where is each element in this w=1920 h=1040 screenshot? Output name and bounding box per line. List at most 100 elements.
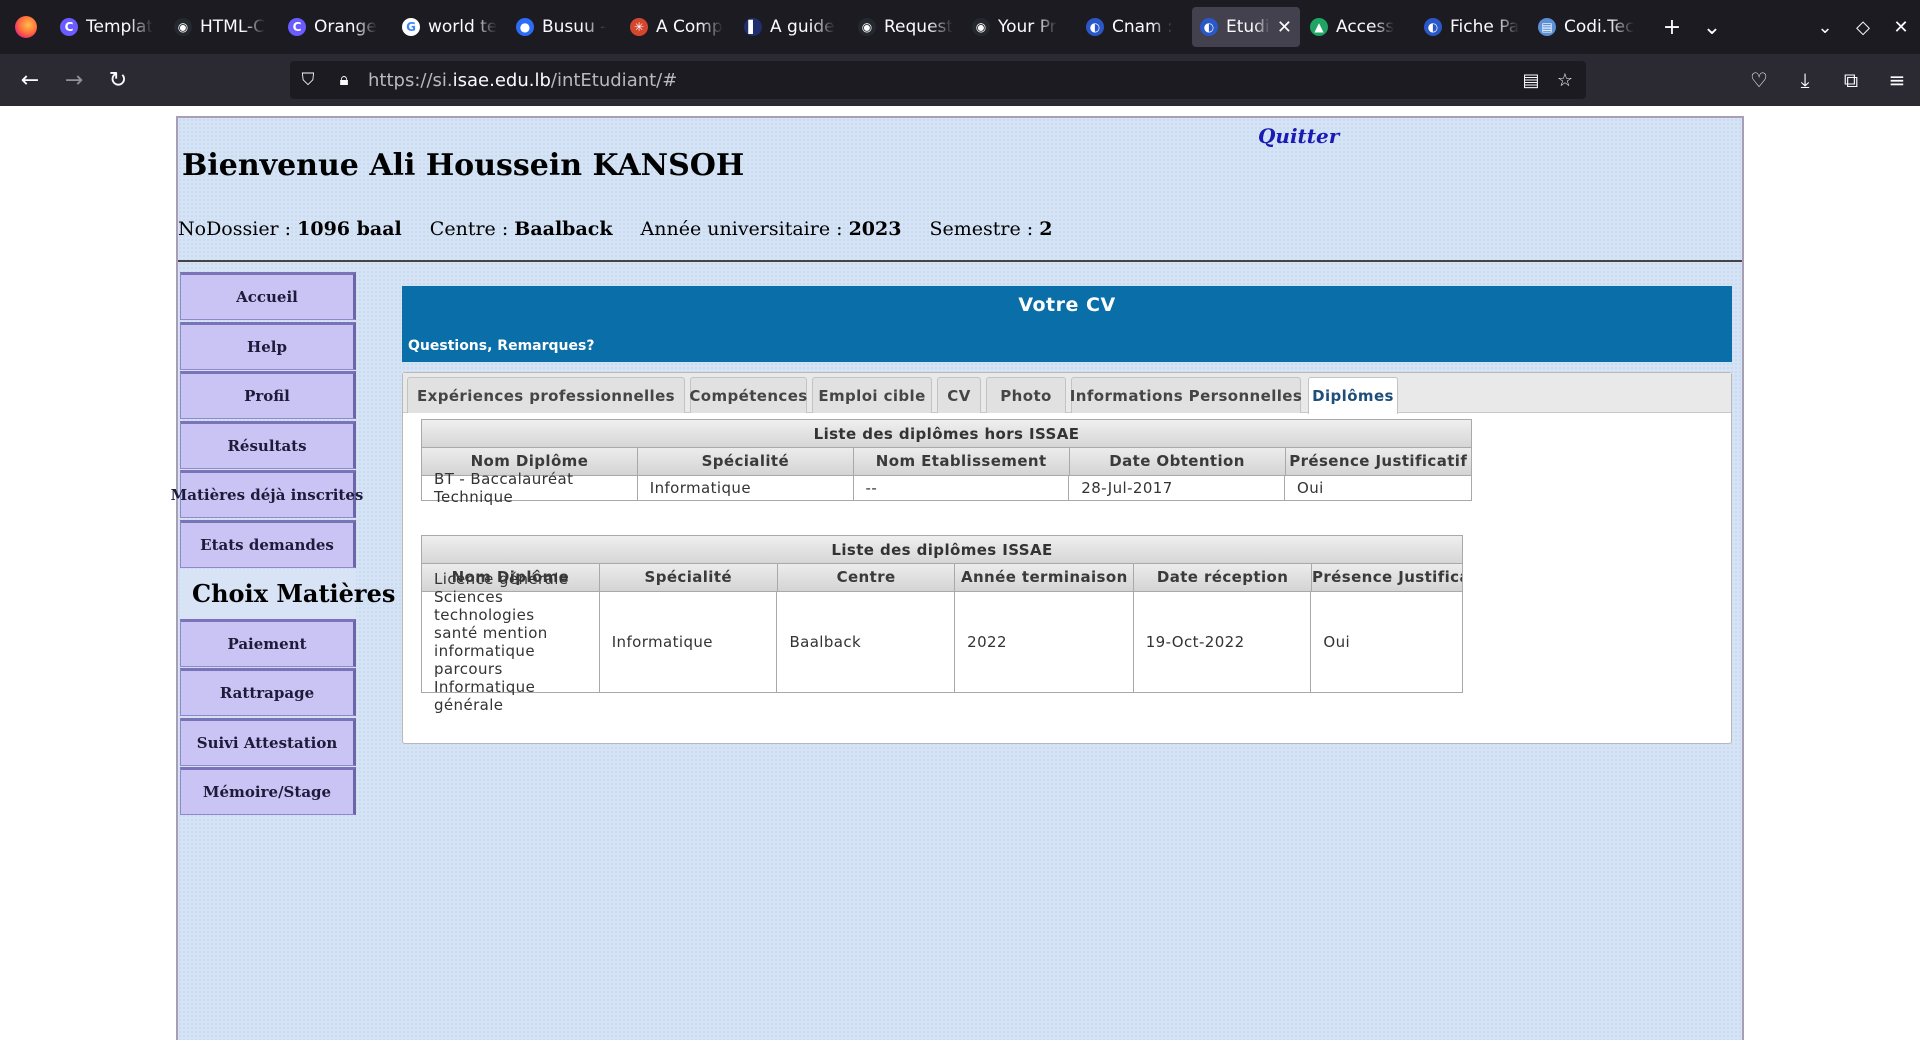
- firefox-menu-icon[interactable]: [0, 0, 52, 54]
- column-header[interactable]: Présence Justificatif: [1311, 564, 1462, 592]
- cv-tab[interactable]: Photo: [986, 377, 1066, 413]
- extensions-icon[interactable]: ⧉: [1828, 60, 1874, 100]
- hamburger-menu-icon[interactable]: ≡: [1874, 60, 1920, 100]
- forward-arrow-icon[interactable]: →: [52, 60, 96, 100]
- cv-tab[interactable]: Compétences: [689, 377, 807, 413]
- table-cell: Informatique: [637, 476, 854, 500]
- cv-tab[interactable]: Diplômes: [1308, 377, 1398, 414]
- browser-tab[interactable]: ✳ A Comp: [622, 7, 734, 47]
- column-header[interactable]: Date réception: [1134, 564, 1312, 592]
- tab-title: Cnam :: [1112, 17, 1173, 37]
- url-text[interactable]: https://si.isae.edu.lb/intEtudiant/#: [368, 70, 677, 91]
- browser-tab[interactable]: C Templat: [52, 7, 164, 47]
- tab-list-chevron-icon[interactable]: ⌄: [1692, 15, 1732, 40]
- tab-favicon-icon: C: [288, 18, 306, 36]
- tab-favicon-icon: G: [402, 18, 420, 36]
- sidebar-item[interactable]: Mémoire/Stage: [180, 767, 356, 815]
- reader-view-icon[interactable]: ▤: [1514, 70, 1548, 91]
- column-header[interactable]: Spécialité: [599, 564, 778, 592]
- url-actions: ▤ ☆: [1514, 61, 1582, 99]
- browser-tab[interactable]: ◐ Cnam :: [1078, 7, 1190, 47]
- table-caption: Liste des diplômes ISSAE: [422, 536, 1462, 564]
- browser-tab[interactable]: ◉ Request: [850, 7, 962, 47]
- column-header[interactable]: Date Obtention: [1069, 448, 1286, 476]
- tab-tools: + ⌄: [1652, 15, 1732, 40]
- tab-title: world te: [428, 17, 498, 37]
- sidebar-item[interactable]: Accueil: [180, 272, 356, 320]
- browser-tab[interactable]: ▲ Access: [1302, 7, 1414, 47]
- column-header[interactable]: Spécialité: [637, 448, 854, 476]
- tab-favicon-icon: ●: [516, 18, 534, 36]
- browser-tab[interactable]: C Orange: [280, 7, 392, 47]
- tab-title: Templat: [86, 17, 154, 37]
- tab-title: Orange: [314, 17, 377, 37]
- sidebar-item[interactable]: Profil: [180, 371, 356, 419]
- reload-icon[interactable]: ↻: [96, 60, 140, 100]
- tab-title: Access: [1336, 17, 1395, 37]
- table-cell: BT - Baccalauréat Technique: [422, 470, 638, 506]
- sidebar-item[interactable]: Résultats: [180, 420, 356, 469]
- table-row: BT - Baccalauréat Technique Informatique -…: [422, 470, 1471, 506]
- browser-tab[interactable]: ● Busuu -: [508, 7, 620, 47]
- browser-tab[interactable]: ▤ Codi.Tec: [1530, 7, 1642, 47]
- browser-tab[interactable]: Gworld te: [394, 7, 506, 47]
- sidebar-item[interactable]: Suivi Attestation: [180, 717, 356, 766]
- bookmark-star-icon[interactable]: ☆: [1548, 70, 1582, 91]
- table-cell: 28-Jul-2017: [1069, 476, 1285, 500]
- new-tab-plus-icon[interactable]: +: [1652, 15, 1692, 40]
- shield-icon[interactable]: ⛉: [290, 70, 326, 90]
- browser-tab[interactable]: ◉ Your Pr: [964, 7, 1076, 47]
- quit-link[interactable]: Quitter: [1258, 124, 1339, 148]
- tab-title: Busuu -: [542, 17, 607, 37]
- browser-tab[interactable]: ▌ A guide: [736, 7, 848, 47]
- lock-icon[interactable]: 🔒︎: [326, 70, 362, 90]
- tab-favicon-icon: ▤: [1538, 18, 1556, 36]
- close-tab-icon[interactable]: ✕: [1277, 17, 1292, 38]
- cv-tab[interactable]: CV: [937, 377, 981, 413]
- tab-title: Request: [884, 17, 954, 37]
- tab-favicon-icon: ◉: [972, 18, 990, 36]
- table-cell: Licence générale Sciences technologies s…: [422, 570, 600, 714]
- browser-tab[interactable]: ◉ HTML-C: [166, 7, 278, 47]
- cv-tab-strip: Expériences professionnelles Compétences E…: [403, 373, 1731, 414]
- semestre-label: Semestre :: [929, 218, 1040, 240]
- student-portal-frame: Quitter Bienvenue Ali Houssein KANSOH No…: [171, 116, 1744, 1040]
- table-caption: Liste des diplômes hors ISSAE: [422, 420, 1471, 448]
- download-icon[interactable]: ⤓: [1782, 60, 1828, 100]
- sidebar-item[interactable]: Matières déjà inscrites: [171, 470, 363, 518]
- column-header[interactable]: Année terminaison: [955, 564, 1135, 592]
- tab-title: A Comp: [656, 17, 723, 37]
- sidebar-item[interactable]: Paiement: [180, 618, 356, 667]
- column-header[interactable]: Présence Justificatif: [1285, 448, 1471, 476]
- table-row: Licence générale Sciences technologies s…: [422, 570, 1462, 714]
- sidebar-item[interactable]: Help: [180, 321, 356, 370]
- dossier-info: NoDossier : 1096 baal: [178, 218, 402, 240]
- table-cell: Oui: [1285, 476, 1471, 500]
- table-cell: Baalback: [777, 592, 956, 692]
- close-window-icon[interactable]: ✕: [1882, 17, 1920, 38]
- pocket-icon[interactable]: ♡: [1736, 60, 1782, 100]
- column-header[interactable]: Centre: [777, 564, 956, 592]
- table-cell: Oui: [1311, 592, 1462, 692]
- table-cell: 19-Oct-2022: [1133, 592, 1312, 692]
- cv-tab[interactable]: Emploi cible: [812, 377, 932, 413]
- sidebar-item[interactable]: Etats demandes: [180, 519, 356, 568]
- header-divider: [178, 260, 1742, 262]
- sidebar-item[interactable]: Choix Matières: [180, 569, 395, 617]
- cv-tab[interactable]: Expériences professionnelles: [407, 377, 685, 413]
- diplomes-issae-table: Liste des diplômes ISSAE Nom Diplôme Spéc…: [421, 535, 1463, 714]
- column-header[interactable]: Nom Etablissement: [853, 448, 1070, 476]
- cv-tab[interactable]: Informations Personnelles: [1070, 377, 1302, 413]
- restore-diamond-icon[interactable]: ◇: [1844, 17, 1882, 38]
- back-arrow-icon[interactable]: ←: [8, 60, 52, 100]
- sidebar-item[interactable]: Rattrapage: [180, 668, 356, 716]
- tab-favicon-icon: ◐: [1086, 18, 1104, 36]
- tab-title: Etudi: [1226, 17, 1270, 37]
- address-bar[interactable]: ⛉ 🔒︎ https://si.isae.edu.lb/intEtudiant/…: [290, 61, 1586, 99]
- browser-tab[interactable]: ◐ Etudi ✕: [1192, 7, 1300, 47]
- panel-title: Votre CV: [1018, 294, 1116, 316]
- browser-tab[interactable]: ◐ Fiche Pa: [1416, 7, 1528, 47]
- minimize-chevron-icon[interactable]: ⌄: [1806, 17, 1844, 38]
- tab-title: Your Pr: [998, 17, 1057, 37]
- questions-link[interactable]: Questions, Remarques?: [408, 338, 594, 354]
